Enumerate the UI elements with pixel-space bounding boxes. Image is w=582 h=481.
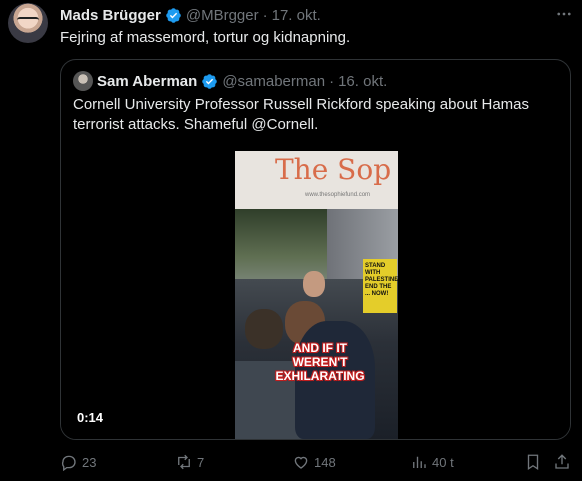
quote-text: Cornell University Professor Russell Ric… bbox=[73, 96, 530, 133]
more-options-icon[interactable] bbox=[552, 2, 576, 26]
separator-dot: · bbox=[262, 6, 268, 24]
repost-count: 7 bbox=[197, 454, 205, 470]
sign-text: STAND WITH PALESTINE END THE ... NOW! bbox=[365, 263, 398, 297]
reply-count: 23 bbox=[82, 454, 97, 470]
video-duration: 0:14 bbox=[77, 410, 104, 425]
quote-timestamp[interactable]: 16. okt. bbox=[338, 73, 387, 90]
author-avatar[interactable] bbox=[8, 3, 48, 43]
video-caption: AND IF IT WEREN'T EXHILARATING bbox=[275, 341, 365, 383]
share-icon bbox=[555, 454, 569, 469]
protest-sign: STAND WITH PALESTINE END THE ... NOW! bbox=[363, 259, 398, 313]
tweet-timestamp[interactable]: 17. okt. bbox=[272, 7, 321, 24]
views-button[interactable]: 40 t bbox=[410, 450, 454, 474]
tweet-text: Fejring af massemord, tortur og kidnapni… bbox=[60, 29, 351, 46]
views-count: 40 t bbox=[432, 454, 454, 470]
quote-author-avatar[interactable] bbox=[73, 71, 93, 91]
repost-button[interactable]: 7 bbox=[175, 450, 204, 474]
bookmark-button[interactable] bbox=[524, 450, 542, 474]
banner-url: www.thesophiefund.com bbox=[305, 192, 371, 198]
tweet[interactable]: Mads Brügger @MBrgger · 17. okt. Fejring… bbox=[0, 0, 582, 481]
views-chart-icon bbox=[413, 456, 426, 468]
verified-badge-icon bbox=[202, 73, 218, 89]
video-player[interactable]: The Sop www.thesophiefund.com STAND WITH… bbox=[61, 134, 570, 439]
repost-icon bbox=[178, 454, 190, 470]
banner-text: The Sop bbox=[275, 153, 392, 186]
quoted-tweet[interactable]: Sam Aberman @samaberman · 16. okt. Corne… bbox=[60, 59, 571, 440]
heart-icon bbox=[294, 456, 308, 469]
like-count: 148 bbox=[314, 454, 336, 470]
reply-button[interactable]: 23 bbox=[60, 450, 96, 474]
like-button[interactable]: 148 bbox=[292, 450, 336, 474]
video-banner: The Sop www.thesophiefund.com bbox=[235, 151, 398, 209]
bookmark-icon bbox=[527, 454, 539, 471]
share-button[interactable] bbox=[553, 450, 571, 474]
author-handle[interactable]: @MBrgger bbox=[186, 7, 259, 24]
speaker-figure bbox=[303, 271, 325, 297]
video-frame[interactable]: The Sop www.thesophiefund.com STAND WITH… bbox=[235, 151, 398, 439]
tweet-actions: 23 7 148 40 t bbox=[0, 450, 582, 474]
verified-badge-icon bbox=[166, 7, 181, 23]
quote-author-handle[interactable]: @samaberman bbox=[222, 73, 325, 90]
author-name[interactable]: Mads Brügger bbox=[60, 7, 161, 24]
tweet-header: Mads Brügger @MBrgger · 17. okt. bbox=[60, 5, 321, 25]
quote-author-name[interactable]: Sam Aberman bbox=[97, 73, 197, 90]
quote-header: Sam Aberman @samaberman · 16. okt. bbox=[97, 71, 387, 91]
reply-icon bbox=[62, 455, 76, 471]
separator-dot: · bbox=[329, 72, 335, 90]
